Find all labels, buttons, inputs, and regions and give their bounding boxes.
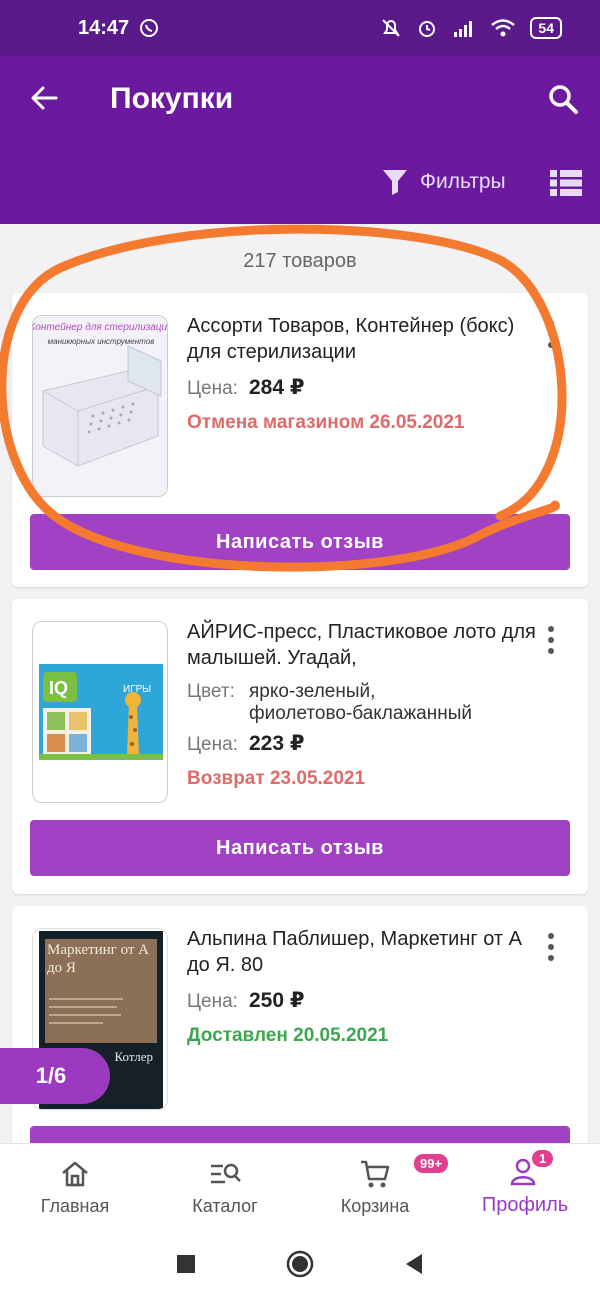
price-label: Цена: [187, 991, 238, 1012]
sterilizer-box-image: Контейнер для стерилизации маникюрных ин… [33, 316, 168, 496]
nav-cart[interactable]: 99+ Корзина [300, 1144, 451, 1229]
back-arrow-icon[interactable] [28, 82, 60, 114]
order-status: Доставлен 20.05.2021 [187, 1025, 389, 1046]
book-author: Котлер [115, 1049, 153, 1064]
purchase-card[interactable]: IQ ИГРЫ АЙРИС-пресс, Пластиковое лото дл… [12, 599, 588, 894]
nav-profile[interactable]: 1 Профиль [450, 1144, 600, 1229]
more-options-icon[interactable] [546, 625, 556, 655]
nav-profile-label: Профиль [481, 1194, 569, 1216]
product-color-line1: ярко-зеленый, [249, 681, 376, 702]
list-view-icon[interactable] [550, 168, 582, 198]
nav-catalog-label: Каталог [192, 1196, 258, 1216]
nav-catalog[interactable]: Каталог [150, 1144, 300, 1229]
filters-label: Фильтры [420, 170, 506, 193]
home-icon [62, 1161, 88, 1187]
app-bar: Покупки Фильтры [0, 56, 600, 224]
filters-button[interactable]: Фильтры [382, 168, 506, 196]
nav-home-label: Главная [40, 1196, 110, 1216]
purchase-card[interactable]: Маркетинг от А до Я Котлер Альпина Пабли… [12, 906, 588, 1166]
catalog-search-icon [211, 1163, 241, 1184]
lotto-game-image: IQ ИГРЫ [33, 622, 167, 802]
wifi-icon [491, 19, 516, 37]
more-options-icon[interactable] [546, 932, 556, 962]
status-bar: 14:47 54 [0, 0, 600, 56]
page-indicator: 1/6 [0, 1048, 110, 1104]
price-row: Цена: 284 ₽ [187, 375, 537, 400]
cart-badge: 99+ [412, 1152, 451, 1175]
order-status: Отмена магазином 26.05.2021 [187, 412, 465, 433]
order-status: Возврат 23.05.2021 [187, 768, 366, 789]
search-icon[interactable] [546, 82, 580, 116]
nav-home[interactable]: Главная [0, 1144, 150, 1229]
product-price: 284 ₽ [249, 376, 305, 399]
product-thumbnail[interactable]: Контейнер для стерилизации маникюрных ин… [32, 315, 168, 497]
nav-cart-label: Корзина [340, 1196, 410, 1216]
write-review-button[interactable]: Написать отзыв [30, 820, 570, 876]
recent-apps-icon[interactable] [176, 1254, 196, 1274]
price-row: Цена: 223 ₽ [187, 731, 537, 756]
thumb-title: Контейнер для стерилизации [33, 322, 168, 333]
product-price: 223 ₽ [249, 732, 305, 755]
product-name: Ассорти Товаров, Контейнер (бокс) для ст… [187, 315, 515, 363]
color-row: Цвет: ярко-зеленый, фиолетово-баклажанны… [187, 681, 537, 725]
page-title: Покупки [110, 82, 234, 115]
card-info: Ассорти Товаров, Контейнер (бокс) для ст… [187, 313, 537, 434]
battery-indicator: 54 [530, 17, 562, 39]
card-info: Альпина Паблишер, Маркетинг от А до Я. 8… [187, 926, 537, 1047]
product-price: 250 ₽ [249, 989, 305, 1012]
product-color-line2: фиолетово-баклажанный [249, 703, 472, 724]
purchase-card[interactable]: Контейнер для стерилизации маникюрных ин… [12, 293, 588, 587]
cart-icon [361, 1160, 390, 1188]
more-options-icon[interactable] [546, 319, 556, 349]
back-triangle-icon[interactable] [404, 1253, 424, 1275]
product-thumbnail[interactable]: IQ ИГРЫ [32, 621, 168, 803]
bottom-navigation: Главная Каталог 99+ Корзина 1 Профиль [0, 1143, 600, 1229]
thumb-iq-text: IQ [49, 678, 68, 698]
items-count: 217 товаров [243, 250, 357, 272]
card-info: АЙРИС-пресс, Пластиковое лото для малыше… [187, 619, 537, 790]
viber-icon [140, 19, 159, 37]
color-label: Цвет: [187, 681, 235, 702]
system-navigation [0, 1229, 600, 1299]
signal-icon [454, 21, 473, 37]
status-time: 14:47 [78, 16, 130, 39]
product-name: Альпина Паблишер, Маркетинг от А до Я. 8… [187, 928, 522, 976]
thumb-subtitle: маникюрных инструментов [48, 337, 155, 346]
profile-badge: 1 [530, 1148, 556, 1169]
home-circle-icon[interactable] [286, 1250, 314, 1278]
price-label: Цена: [187, 734, 238, 755]
alarm-icon [419, 21, 436, 37]
write-review-button[interactable]: Написать отзыв [30, 514, 570, 570]
book-title: Маркетинг от А до Я [47, 942, 150, 976]
product-color: ярко-зеленый, фиолетово-баклажанный [249, 681, 472, 725]
price-row: Цена: 250 ₽ [187, 988, 537, 1013]
mute-bell-icon [382, 19, 401, 37]
product-name: АЙРИС-пресс, Пластиковое лото для малыше… [187, 621, 536, 669]
price-label: Цена: [187, 378, 238, 399]
filter-funnel-icon [383, 170, 407, 195]
